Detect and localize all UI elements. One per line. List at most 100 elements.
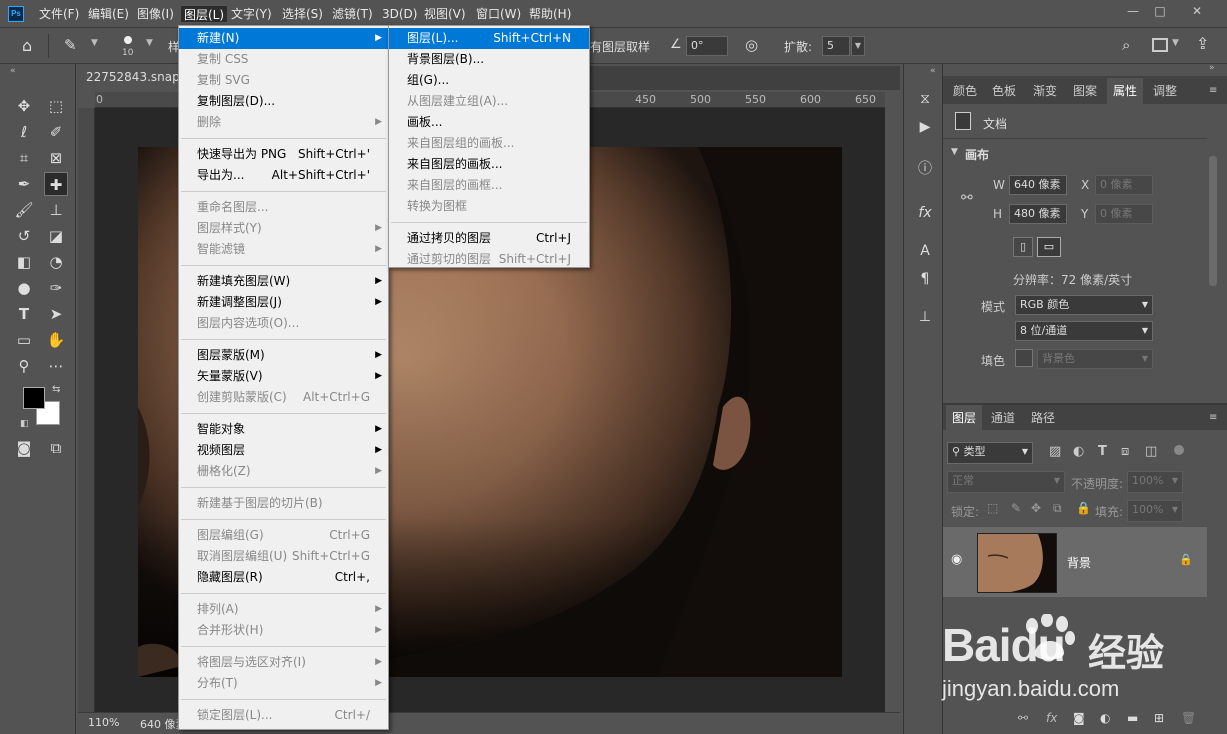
history-icon[interactable]: ⧖: [914, 88, 936, 110]
panel-menu-icon[interactable]: ≡: [1209, 85, 1217, 96]
layer_menu-item[interactable]: 图层蒙版(M) ▶: [179, 345, 388, 366]
layer_menu-item[interactable]: 隐藏图层(R) Ctrl+,: [179, 567, 388, 588]
healing-tool-icon[interactable]: ✚: [44, 172, 68, 196]
stamp-tool-icon[interactable]: ⊥: [44, 198, 68, 222]
zoom-level[interactable]: 110%: [88, 716, 119, 729]
share-icon[interactable]: ⇪: [1196, 34, 1209, 53]
more-tools-icon[interactable]: ⋯: [44, 354, 68, 378]
layer_menu-item[interactable]: 新建调整图层(J) ▶: [179, 292, 388, 313]
menu-layer[interactable]: 图层(L): [180, 5, 229, 23]
tab-layers[interactable]: 图层: [946, 405, 983, 431]
depth-select[interactable]: 8 位/通道 ▼: [1015, 321, 1153, 341]
layer_menu-item[interactable]: 复制 SVG: [179, 70, 388, 91]
layer_menu-item[interactable]: 删除 ▶: [179, 112, 388, 133]
link-layers-icon[interactable]: ⚯: [1018, 711, 1028, 725]
blur-tool-icon[interactable]: ◔: [44, 250, 68, 274]
collapse-icon[interactable]: «: [930, 66, 936, 76]
filter-toggle-icon[interactable]: [1174, 445, 1184, 455]
blend-mode-select[interactable]: 正常 ▼: [947, 471, 1065, 493]
new_submenu-item[interactable]: 转换为图框: [389, 196, 589, 217]
smart-object-filter-icon[interactable]: ◫: [1145, 444, 1157, 459]
y-input[interactable]: 0 像素: [1095, 204, 1153, 224]
new_submenu-item[interactable]: 从图层建立组(A)...: [389, 91, 589, 112]
visibility-eye-icon[interactable]: ◉: [951, 552, 962, 567]
collapse-icon[interactable]: «: [10, 66, 16, 76]
new_submenu-item[interactable]: 组(G)...: [389, 70, 589, 91]
workspace-icon[interactable]: [1152, 38, 1168, 52]
layer_menu-item[interactable]: 复制 CSS: [179, 49, 388, 70]
menu-view[interactable]: 视图(V): [421, 5, 469, 23]
shape-filter-icon[interactable]: ⧈: [1121, 444, 1129, 459]
new_submenu-item[interactable]: 通过拷贝的图层 Ctrl+J: [389, 228, 589, 249]
layer-row[interactable]: ◉ 背景 🔒: [943, 527, 1207, 597]
fx-icon[interactable]: fx: [1046, 711, 1057, 725]
screen-mode-icon[interactable]: ⧉: [44, 436, 68, 460]
gradient-tool-icon[interactable]: ◧: [12, 250, 36, 274]
lock-position-icon[interactable]: ✥: [1031, 501, 1041, 515]
foreground-color-swatch[interactable]: [23, 387, 45, 409]
height-input[interactable]: 480 像素: [1009, 204, 1067, 224]
scrollbar[interactable]: [1209, 156, 1217, 286]
layer_menu-item[interactable]: 智能滤镜 ▶: [179, 239, 388, 260]
tab-adjustments[interactable]: 调整: [1147, 78, 1183, 104]
layer_menu-item[interactable]: 新建基于图层的切片(B): [179, 493, 388, 514]
quick-mask-icon[interactable]: ◙: [12, 436, 36, 460]
new_submenu-item[interactable]: 图层(L)... Shift+Ctrl+N: [389, 28, 589, 49]
lock-artboard-icon[interactable]: ⧉: [1053, 501, 1062, 516]
maximize-button[interactable]: □: [1143, 0, 1177, 22]
new_submenu-item[interactable]: 背景图层(B)...: [389, 49, 589, 70]
fill-select[interactable]: 背景色 ▼: [1037, 349, 1153, 369]
chevron-down-icon[interactable]: ▼: [951, 147, 958, 157]
close-button[interactable]: ✕: [1180, 0, 1214, 22]
menu-filter[interactable]: 滤镜(T): [329, 5, 376, 23]
history-brush-icon[interactable]: ↺: [12, 224, 36, 248]
frame-tool-icon[interactable]: ⊠: [44, 146, 68, 170]
layer_menu-item[interactable]: 排列(A) ▶: [179, 599, 388, 620]
angle-input[interactable]: 0°: [686, 36, 728, 56]
layer-name[interactable]: 背景: [1067, 554, 1091, 571]
width-input[interactable]: 640 像素: [1009, 175, 1067, 195]
layer_menu-item[interactable]: 分布(T) ▶: [179, 673, 388, 694]
layer_menu-item[interactable]: 导出为... Alt+Shift+Ctrl+': [179, 165, 388, 186]
layer_menu-item[interactable]: 重命名图层...: [179, 197, 388, 218]
home-icon[interactable]: ⌂: [22, 36, 42, 56]
layer_menu-item[interactable]: 新建填充图层(W) ▶: [179, 271, 388, 292]
menu-image[interactable]: 图像(I): [134, 5, 177, 23]
menu-help[interactable]: 帮助(H): [526, 5, 574, 23]
chevron-down-icon[interactable]: ▼: [851, 36, 865, 56]
tab-gradient[interactable]: 渐变: [1027, 78, 1063, 104]
lasso-tool-icon[interactable]: ℓ: [12, 120, 36, 144]
document-tab[interactable]: 22752843.snap.jpg: [78, 66, 186, 90]
new_submenu-item[interactable]: 画板...: [389, 112, 589, 133]
group-folder-icon[interactable]: ▬: [1127, 711, 1138, 725]
fill-color-swatch[interactable]: [1015, 349, 1033, 367]
layer_menu-item[interactable]: 锁定图层(L)... Ctrl+/: [179, 705, 388, 726]
layer_menu-item[interactable]: 栅格化(Z) ▶: [179, 461, 388, 482]
chevron-down-icon[interactable]: ▼: [146, 38, 153, 48]
healing-brush-icon[interactable]: ✎: [64, 36, 77, 54]
tab-properties[interactable]: 属性: [1107, 78, 1144, 104]
layer_menu-item[interactable]: 图层样式(Y) ▶: [179, 218, 388, 239]
canvas-section-label[interactable]: 画布: [965, 146, 989, 163]
menu-3d[interactable]: 3D(D): [379, 5, 420, 23]
layer_menu-item[interactable]: 取消图层编组(U) Shift+Ctrl+G: [179, 546, 388, 567]
actions-icon[interactable]: ▶: [914, 116, 936, 138]
menu-edit[interactable]: 编辑(E): [85, 5, 132, 23]
tab-pattern[interactable]: 图案: [1067, 78, 1103, 104]
info-icon[interactable]: ⓘ: [914, 158, 936, 180]
pixel-filter-icon[interactable]: ▨: [1049, 444, 1061, 459]
add-mask-icon[interactable]: ◙: [1073, 711, 1085, 725]
sample-all-layers-label[interactable]: 有图层取样: [590, 38, 650, 55]
brush-tool-icon[interactable]: 🖌: [12, 198, 36, 222]
menu-window[interactable]: 窗口(W): [473, 5, 524, 23]
new_submenu-item[interactable]: 来自图层的画板...: [389, 154, 589, 175]
fill-opacity-input[interactable]: 100% ▼: [1127, 500, 1183, 522]
hand-tool-icon[interactable]: ✋: [44, 328, 68, 352]
crop-tool-icon[interactable]: ⌗: [12, 146, 36, 170]
layer_menu-item[interactable]: 矢量蒙版(V) ▶: [179, 366, 388, 387]
link-icon[interactable]: ⚯: [961, 190, 973, 206]
path-select-icon[interactable]: ➤: [44, 302, 68, 326]
adjustment-layer-icon[interactable]: ◐: [1100, 711, 1110, 725]
eyedropper-tool-icon[interactable]: ✒: [12, 172, 36, 196]
mode-select[interactable]: RGB 颜色 ▼: [1015, 295, 1153, 315]
